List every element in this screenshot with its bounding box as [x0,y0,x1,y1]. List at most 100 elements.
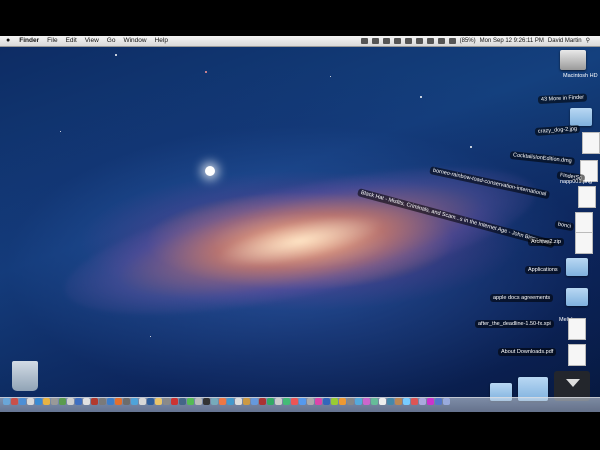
app-icon[interactable] [434,397,442,405]
trash-icon[interactable] [12,361,38,391]
app-icon[interactable] [266,397,274,405]
menu-edit[interactable]: Edit [62,36,81,46]
bluetooth-icon[interactable] [404,38,412,44]
menu-window[interactable]: Window [119,36,150,46]
app-icon[interactable] [258,397,266,405]
app-icon[interactable] [130,397,138,405]
app-icon[interactable] [138,397,146,405]
volume-icon[interactable] [437,38,445,44]
app-icon[interactable] [442,397,450,405]
app-icon[interactable] [74,397,82,405]
status-icon[interactable] [382,38,390,44]
app-icon[interactable] [338,397,346,405]
stack-item[interactable]: napp001.png [557,178,595,186]
stack-item[interactable]: crazy_dog-2.jpg [534,124,581,136]
stack-item[interactable]: Applications [525,266,561,274]
xpi-file-icon [568,318,586,340]
finder-icon[interactable] [2,397,10,405]
app-icon[interactable] [394,397,402,405]
bright-star [205,166,215,176]
app-icon[interactable] [146,397,154,405]
stack-item[interactable]: CocktailsIonEdition.dmg [509,151,576,166]
app-icon[interactable] [242,397,250,405]
stack-item[interactable]: Archive2.zip [528,238,564,246]
stack-item[interactable]: apple docs agreements [490,294,554,302]
menu-finder[interactable]: Finder [15,36,43,46]
app-icon[interactable] [178,397,186,405]
disk-label[interactable]: Macintosh HD [560,72,600,80]
wifi-icon[interactable] [426,38,434,44]
battery-percent[interactable]: (85%) [458,36,478,46]
app-icon[interactable] [274,397,282,405]
app-icon[interactable] [234,397,242,405]
star [420,96,422,98]
hard-drive-icon[interactable] [560,50,586,70]
star [150,336,151,337]
menu-go[interactable]: Go [103,36,120,46]
menu-help[interactable]: Help [151,36,172,46]
app-icon[interactable] [202,397,210,405]
status-icon[interactable] [371,38,379,44]
app-icon[interactable] [410,397,418,405]
app-icon[interactable] [298,397,306,405]
app-icon[interactable] [370,397,378,405]
menu-clock[interactable]: Mon Sep 12 9:26:11 PM [478,36,546,46]
app-icon[interactable] [98,397,106,405]
app-icon[interactable] [218,397,226,405]
app-icon[interactable] [106,397,114,405]
app-icon[interactable] [226,397,234,405]
app-icon[interactable] [26,397,34,405]
app-icon[interactable] [90,397,98,405]
status-icon[interactable] [360,38,368,44]
app-icon[interactable] [250,397,258,405]
app-icon[interactable] [154,397,162,405]
app-icon[interactable] [426,397,434,405]
stack-more-in-finder[interactable]: 43 More in Finder [537,93,588,104]
epub-icon [575,212,593,234]
app-icon[interactable] [290,397,298,405]
app-icon[interactable] [58,397,66,405]
down-arrow-icon [566,379,580,387]
app-icon[interactable] [402,397,410,405]
apple-menu-icon[interactable]: ● [0,36,15,46]
app-icon[interactable] [42,397,50,405]
folder-icon [566,288,588,306]
app-icon[interactable] [50,397,58,405]
app-icon[interactable] [306,397,314,405]
app-icon[interactable] [18,397,26,405]
menu-file[interactable]: File [43,36,61,46]
stack-item[interactable]: bonci [554,220,575,232]
app-icon[interactable] [10,397,18,405]
app-icon[interactable] [194,397,202,405]
app-icon[interactable] [282,397,290,405]
document-icon [578,186,596,208]
app-icon[interactable] [170,397,178,405]
app-icon[interactable] [330,397,338,405]
folder-icon [570,108,592,126]
app-icon[interactable] [314,397,322,405]
app-icon[interactable] [378,397,386,405]
timemachine-icon[interactable] [415,38,423,44]
stack-item[interactable]: About Downloads.pdf [498,348,557,356]
app-icon[interactable] [162,397,170,405]
app-icon[interactable] [346,397,354,405]
app-icon[interactable] [114,397,122,405]
stack-item[interactable]: after_the_deadline-1.50-fx.xpi [475,320,554,328]
spotlight-icon[interactable]: ⚲ [584,36,592,46]
app-icon[interactable] [418,397,426,405]
app-icon[interactable] [122,397,130,405]
app-icon[interactable] [34,397,42,405]
app-icon[interactable] [82,397,90,405]
menu-view[interactable]: View [81,36,103,46]
app-icon[interactable] [362,397,370,405]
dock [0,395,600,407]
battery-icon[interactable] [448,38,456,44]
status-icon[interactable] [393,38,401,44]
app-icon[interactable] [354,397,362,405]
app-icon[interactable] [322,397,330,405]
app-icon[interactable] [66,397,74,405]
menu-user[interactable]: David Martin [546,36,584,46]
app-icon[interactable] [210,397,218,405]
app-icon[interactable] [386,397,394,405]
app-icon[interactable] [186,397,194,405]
